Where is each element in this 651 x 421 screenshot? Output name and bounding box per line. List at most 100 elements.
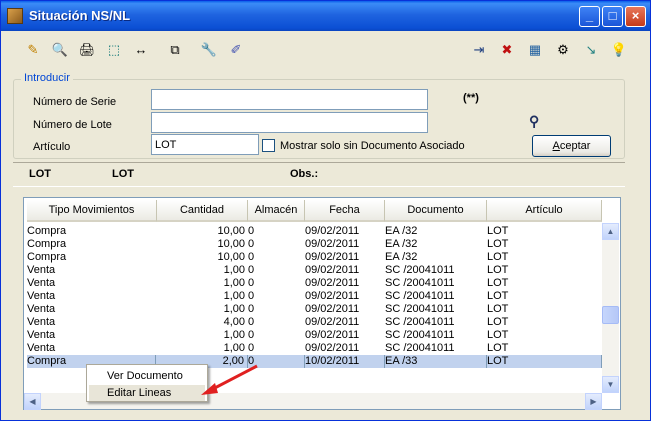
cell-almacen: 0 (248, 329, 255, 341)
cell-articulo: LOT (487, 316, 509, 328)
cell-fecha: 09/02/2011 (305, 303, 360, 315)
cell-almacen: 0 (248, 290, 255, 302)
col-header-cantidad[interactable]: Cantidad (157, 200, 248, 222)
cell-tipo: Venta (27, 303, 56, 315)
export-icon[interactable]: ⬚ (104, 40, 124, 60)
col-header-almacen[interactable]: Almacén (248, 200, 305, 222)
table-row[interactable]: Venta 4,00 0 09/02/2011 SC /20041011 LOT (27, 316, 602, 329)
cell-cantidad: 10,00 (217, 238, 245, 250)
maximize-button[interactable]: □ (602, 6, 623, 27)
table-row[interactable]: Venta 1,00 0 09/02/2011 SC /20041011 LOT (27, 303, 602, 316)
cell-articulo: LOT (487, 225, 509, 237)
cell-tipo: Venta (27, 290, 56, 302)
pencil-icon[interactable]: ✎ (23, 40, 43, 60)
minimize-button[interactable]: _ (579, 6, 600, 27)
cell-documento: SC /20041011 (385, 290, 455, 302)
lightbulb-icon[interactable]: 💡 (609, 40, 629, 60)
cell-almacen: 0 (248, 277, 255, 289)
accept-button[interactable]: Aceptar (532, 135, 611, 157)
cell-almacen: 0 (248, 316, 255, 328)
info-article-name: LOT (112, 168, 134, 180)
cell-articulo: LOT (487, 329, 509, 341)
settings-icon[interactable]: ⚙ (553, 40, 573, 60)
cell-cantidad: 10,00 (217, 225, 245, 237)
cell-documento: SC /20041011 (385, 316, 455, 328)
cell-fecha: 09/02/2011 (305, 316, 360, 328)
cell-articulo: LOT (487, 303, 509, 315)
col-header-articulo[interactable]: Artículo (487, 200, 602, 222)
table-row[interactable]: Venta 1,00 0 09/02/2011 SC /20041011 LOT (27, 277, 602, 290)
cell-documento: EA /32 (385, 251, 418, 263)
cell-documento: EA /32 (385, 238, 418, 250)
table-row[interactable]: Venta 1,00 0 09/02/2011 SC /20041011 LOT (27, 342, 602, 355)
cell-fecha: 09/02/2011 (305, 225, 360, 237)
cell-almacen: 0 (248, 238, 255, 250)
cell-cantidad: 1,00 (223, 329, 245, 341)
cell-cantidad: 1,00 (223, 277, 245, 289)
serie-label: Número de Serie (33, 96, 117, 108)
cell-fecha: 09/02/2011 (305, 277, 360, 289)
col-header-documento[interactable]: Documento (385, 200, 487, 222)
preview-icon[interactable]: 🔍 (50, 40, 70, 60)
info-bar (13, 162, 625, 187)
cell-fecha: 09/02/2011 (305, 329, 360, 341)
cell-articulo: LOT (487, 342, 509, 354)
checkbox-label: Mostrar solo sin Documento Asociado (280, 140, 465, 152)
cell-tipo: Venta (27, 342, 56, 354)
table-row[interactable]: Venta 1,00 0 09/02/2011 SC /20041011 LOT (27, 264, 602, 277)
table-row[interactable]: Compra 10,00 0 09/02/2011 EA /32 LOT (27, 251, 602, 264)
serie-input[interactable] (151, 89, 428, 110)
cell-tipo: Compra (27, 225, 67, 237)
binoculars-icon[interactable]: ⚲ (529, 113, 539, 130)
tools-icon[interactable]: 🔧 (199, 40, 219, 60)
lote-label: Número de Lote (33, 119, 112, 131)
window-title: Situación NS/NL (29, 8, 131, 23)
table-row[interactable]: Compra 10,00 0 09/02/2011 EA /32 LOT (27, 238, 602, 251)
accept-mnemonic: A (552, 140, 560, 152)
info-article-code: LOT (29, 168, 51, 180)
cell-documento: SC /20041011 (385, 264, 455, 276)
pointer-icon[interactable]: ↘ (581, 40, 601, 60)
associated-doc-checkbox[interactable] (262, 139, 275, 152)
cell-fecha: 09/02/2011 (305, 251, 360, 263)
delete-icon[interactable]: ✖ (497, 40, 517, 60)
lote-input[interactable] (151, 112, 428, 133)
column-width-icon[interactable]: ↔ (131, 40, 151, 60)
col-header-tipo[interactable]: Tipo Movimientos (27, 200, 157, 222)
table-row[interactable]: Venta 1,00 0 09/02/2011 SC /20041011 LOT (27, 290, 602, 303)
cell-fecha: 09/02/2011 (305, 238, 360, 250)
cell-articulo: LOT (487, 355, 602, 368)
cell-almacen: 0 (248, 264, 255, 276)
scroll-up-icon[interactable]: ▲ (602, 223, 619, 240)
cell-documento: SC /20041011 (385, 342, 455, 354)
cell-articulo: LOT (487, 277, 509, 289)
copy-icon[interactable]: ⧉ (165, 40, 185, 60)
grid-icon[interactable]: ▦ (525, 40, 545, 60)
close-button[interactable]: × (625, 6, 646, 27)
app-icon (7, 8, 23, 24)
title-bar[interactable]: Situación NS/NL _ □ × (1, 1, 650, 31)
scroll-left-icon[interactable]: ◀ (24, 393, 41, 410)
edit-icon[interactable]: ✐ (226, 40, 246, 60)
cell-cantidad: 1,00 (223, 303, 245, 315)
required-marker: (**) (463, 92, 479, 104)
filter-group-title: Introducir (21, 72, 73, 84)
cell-tipo: Compra (27, 238, 67, 250)
cell-fecha: 10/02/2011 (305, 355, 385, 368)
vertical-scroll-thumb[interactable] (602, 306, 619, 324)
toolbar: ✎ 🔍 🖨 ⬚ ↔ ⧉ 🔧 ✐ ⇥ ✖ ▦ ⚙ ↘ 💡 (13, 37, 638, 65)
col-header-fecha[interactable]: Fecha (305, 200, 385, 222)
table-row[interactable]: Compra 10,00 0 09/02/2011 EA /32 LOT (27, 225, 602, 238)
table-row[interactable]: Venta 1,00 0 09/02/2011 SC /20041011 LOT (27, 329, 602, 342)
print-icon[interactable]: 🖨 (77, 40, 97, 60)
cell-documento: SC /20041011 (385, 329, 455, 341)
insert-icon[interactable]: ⇥ (469, 40, 489, 60)
articulo-input[interactable] (151, 134, 259, 155)
info-obs-label: Obs.: (290, 168, 319, 180)
scroll-down-icon[interactable]: ▼ (602, 376, 619, 393)
cell-tipo: Venta (27, 316, 56, 328)
cell-cantidad: 1,00 (223, 290, 245, 302)
cell-cantidad: 1,00 (223, 342, 245, 354)
scroll-right-icon[interactable]: ▶ (585, 393, 602, 410)
cell-documento: EA /32 (385, 225, 418, 237)
